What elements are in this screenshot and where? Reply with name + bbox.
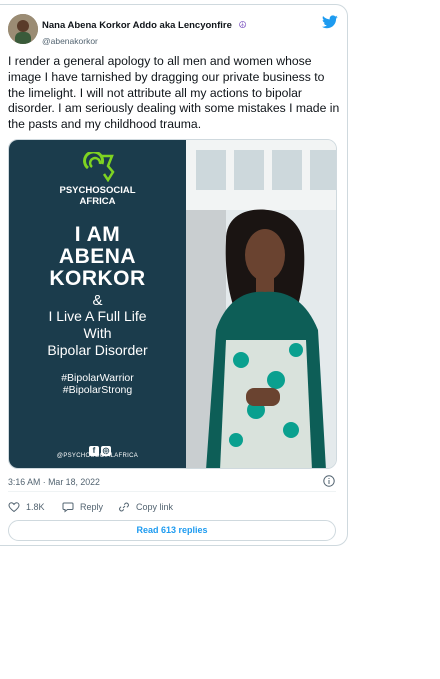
display-name[interactable]: Nana Abena Korkor Addo aka Lencyonfire — [42, 20, 232, 31]
portrait-illustration — [186, 140, 336, 468]
org-name-line1: PSYCHOSOCIAL — [59, 185, 136, 196]
peace-emoji: ☮ — [238, 20, 247, 31]
social-icons: f ◎ — [89, 440, 115, 456]
hashtag-2: #BipolarStrong — [62, 384, 133, 396]
link-icon — [119, 502, 129, 512]
tweet-text: I render a general apology to all men an… — [8, 54, 340, 132]
headline-line1: I AM — [74, 223, 121, 246]
user-handle[interactable]: @abenakorkor — [42, 36, 247, 46]
reply-button[interactable]: Reply — [62, 501, 103, 513]
heart-icon — [8, 502, 20, 513]
copy-link-button[interactable]: Copy link — [118, 501, 173, 513]
psychosocial-africa-logo-icon — [83, 152, 115, 182]
poster-handle: @PSYCHOSOCIALAFRICA — [56, 453, 139, 459]
org-name-line2: AFRICA — [79, 196, 116, 207]
twitter-bird-icon[interactable] — [322, 15, 338, 29]
divider — [8, 491, 336, 492]
read-replies-button[interactable]: Read 613 replies — [8, 520, 336, 541]
copy-link-label: Copy link — [136, 502, 174, 512]
avatar[interactable] — [8, 14, 38, 44]
tweet-header: Nana Abena Korkor Addo aka Lencyonfire ☮… — [8, 13, 340, 46]
tweet-card[interactable]: Nana Abena Korkor Addo aka Lencyonfire ☮… — [0, 4, 348, 546]
headline-line2: ABENA — [58, 245, 137, 268]
poster-panel: PSYCHOSOCIAL AFRICA I AM ABENA KORKOR & … — [9, 140, 186, 468]
subheading-line1: I Live A Full Life — [48, 308, 147, 324]
subheading-line2: With — [83, 325, 112, 341]
tweet-timestamp[interactable]: 3:16 AM · Mar 18, 2022 — [8, 477, 100, 487]
hashtag-1: #BipolarWarrior — [61, 372, 134, 384]
reply-label: Reply — [80, 502, 104, 512]
subheading-line3: Bipolar Disorder — [47, 342, 148, 358]
like-count: 1.8K — [26, 502, 45, 512]
like-button[interactable]: 1.8K — [8, 501, 45, 513]
ampersand: & — [92, 292, 103, 309]
reply-bubble-icon — [62, 502, 74, 513]
portrait-photo — [186, 140, 336, 468]
display-name-row[interactable]: Nana Abena Korkor Addo aka Lencyonfire ☮ — [42, 15, 247, 33]
info-icon[interactable] — [323, 475, 335, 487]
tweet-image[interactable]: PSYCHOSOCIAL AFRICA I AM ABENA KORKOR & … — [8, 139, 337, 469]
headline-line3: KORKOR — [49, 267, 146, 290]
